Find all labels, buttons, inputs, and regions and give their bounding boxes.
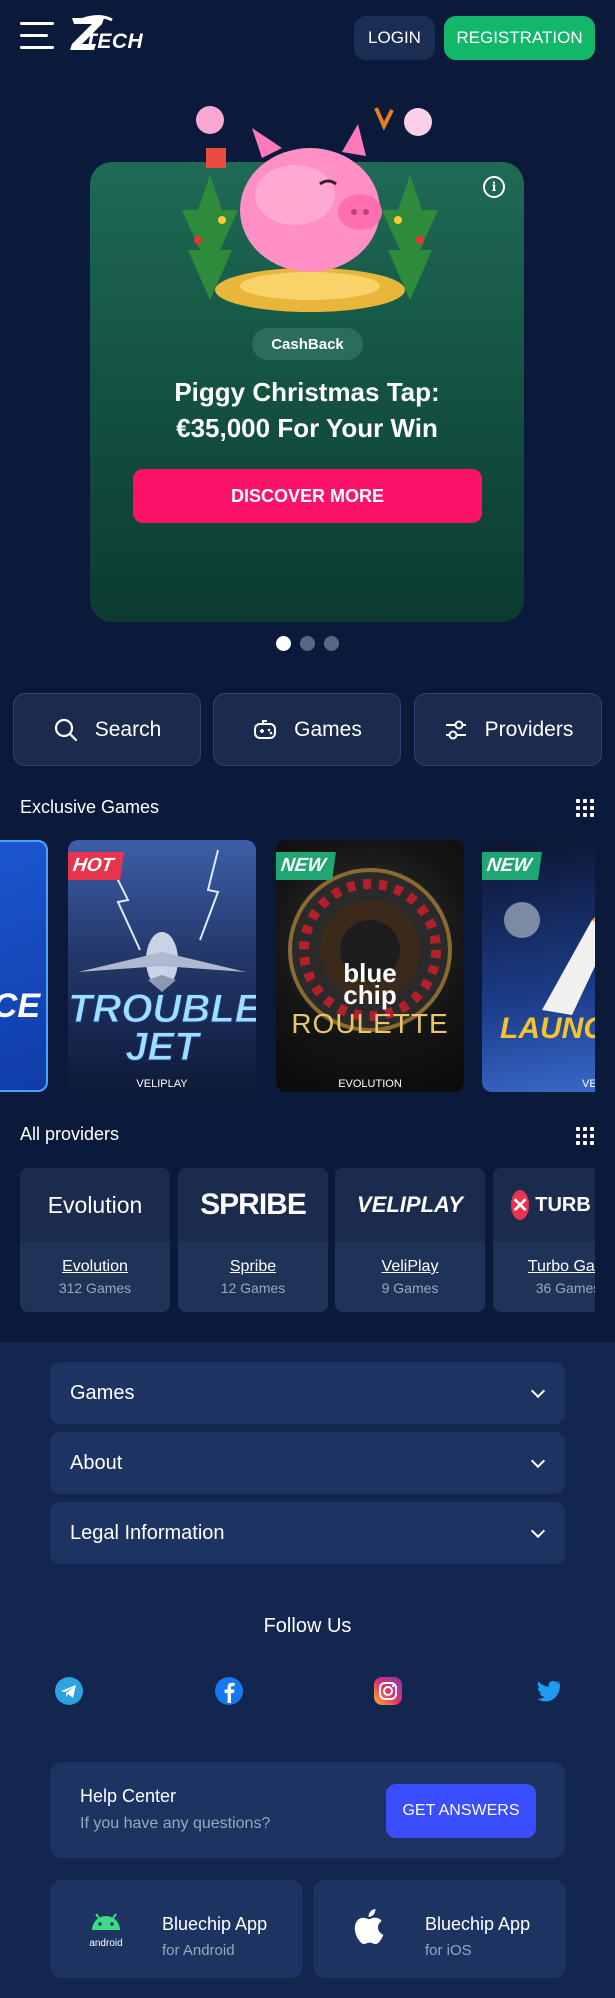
accordion-legal[interactable]: Legal Information xyxy=(50,1502,565,1564)
games-button[interactable]: Games xyxy=(213,693,401,766)
provider-logo: VELIPLAY xyxy=(335,1168,485,1242)
accordion-label: Games xyxy=(70,1381,135,1404)
game-card[interactable]: HOT TROUBLE JET VELIPLAY xyxy=(68,840,256,1092)
bluechip-logo: blue chip xyxy=(343,958,397,1010)
providers-button[interactable]: Providers xyxy=(414,693,602,766)
provider-card[interactable]: Evolution Evolution 312 Games xyxy=(20,1168,170,1312)
providers-carousel: Evolution Evolution 312 Games SPRIBE Spr… xyxy=(0,1168,595,1313)
accordion-label: Legal Information xyxy=(70,1521,225,1544)
game-title: LAUNC xyxy=(500,1012,595,1045)
app-title: Bluechip App xyxy=(162,1914,268,1934)
banner-title-line1: Piggy Christmas Tap: xyxy=(174,377,440,407)
accordion-label: About xyxy=(70,1451,123,1474)
provider-count: 9 Games xyxy=(381,1280,439,1296)
exclusive-games-carousel: CE HOT TROUBLE JET VELIPLAY NEW bluechip… xyxy=(0,840,595,1094)
android-app-card[interactable]: android Bluechip App for Android xyxy=(50,1880,303,1978)
android-icon: android xyxy=(89,1913,123,1949)
gamepad-icon xyxy=(254,719,277,739)
provider-card[interactable]: ✕ TURB GAM Turbo Gam 36 Games xyxy=(493,1168,595,1312)
carousel-dots xyxy=(0,636,615,651)
discover-more-button[interactable]: DISCOVER MORE xyxy=(133,469,482,523)
provider-logo: SPRIBE xyxy=(178,1168,328,1242)
game-card[interactable]: NEW LAUNC VELIPLAY xyxy=(482,840,595,1092)
game-card[interactable]: CE xyxy=(0,840,48,1092)
apple-icon xyxy=(354,1909,384,1945)
game-provider: EVOLUTION xyxy=(338,1078,402,1090)
game-title: TROUBLE JET xyxy=(68,987,256,1069)
provider-card[interactable]: SPRIBE Spribe 12 Games xyxy=(178,1168,328,1312)
logo-text: TECH xyxy=(84,30,144,53)
search-label: Search xyxy=(94,717,162,741)
game-title: CE xyxy=(0,987,40,1025)
carousel-dot[interactable] xyxy=(324,636,339,651)
get-answers-button[interactable]: GET ANSWERS xyxy=(386,1784,536,1838)
cashback-badge: CashBack xyxy=(252,328,363,360)
login-button[interactable]: LOGIN xyxy=(354,16,435,60)
piggy-bank-illustration xyxy=(182,106,438,312)
sliders-icon xyxy=(445,720,466,739)
app-subtitle: for iOS xyxy=(425,1942,472,1959)
follow-us-title: Follow Us xyxy=(263,1615,352,1637)
chevron-down-icon xyxy=(530,1453,546,1469)
new-badge: NEW xyxy=(276,852,337,880)
provider-name: Evolution xyxy=(62,1258,128,1275)
grid-icon[interactable] xyxy=(576,799,594,817)
game-provider: VELIPLAY xyxy=(136,1078,188,1090)
header: TECH LOGIN REGISTRATION xyxy=(0,0,615,76)
help-center-title: Help Center xyxy=(80,1786,177,1806)
accordion-about[interactable]: About xyxy=(50,1432,565,1494)
provider-count: 312 Games xyxy=(58,1280,132,1296)
twitter-icon[interactable] xyxy=(532,1676,562,1706)
app-title: Bluechip App xyxy=(425,1914,531,1934)
game-card[interactable]: NEW blue chip ROULETTE EVOLUTION xyxy=(276,840,464,1092)
info-icon[interactable]: i xyxy=(483,176,505,198)
game-title: ROULETTE xyxy=(291,1008,449,1039)
provider-name: VeliPlay xyxy=(381,1258,439,1275)
provider-count: 12 Games xyxy=(220,1280,286,1296)
new-badge: NEW xyxy=(482,852,543,880)
carousel-dot[interactable] xyxy=(300,636,315,651)
search-icon xyxy=(54,718,77,741)
facebook-icon[interactable] xyxy=(214,1676,244,1706)
instagram-icon[interactable] xyxy=(373,1676,403,1706)
banner-title-line2: €35,000 For Your Win xyxy=(176,413,438,443)
telegram-icon[interactable] xyxy=(54,1676,84,1706)
provider-logo: Evolution xyxy=(20,1168,170,1242)
providers-label: Providers xyxy=(484,717,574,741)
ios-app-card[interactable]: Bluechip App for iOS xyxy=(313,1880,566,1978)
banner-title: Piggy Christmas Tap: €35,000 For Your Wi… xyxy=(90,374,524,446)
chevron-down-icon xyxy=(530,1523,546,1539)
menu-icon[interactable] xyxy=(20,22,54,50)
provider-logo: ✕ TURB GAM xyxy=(493,1168,595,1242)
carousel-dot[interactable] xyxy=(276,636,291,651)
provider-name: Spribe xyxy=(229,1258,277,1275)
provider-name: Turbo Gam xyxy=(527,1258,595,1275)
help-center-subtitle: If you have any questions? xyxy=(80,1815,271,1832)
grid-icon[interactable] xyxy=(576,1127,594,1145)
chevron-down-icon xyxy=(530,1383,546,1399)
registration-button[interactable]: REGISTRATION xyxy=(444,16,595,60)
exclusive-games-title: Exclusive Games xyxy=(20,797,160,817)
all-providers-title: All providers xyxy=(20,1124,120,1144)
accordion-games[interactable]: Games xyxy=(50,1362,565,1424)
help-center-card: Help Center If you have any questions? G… xyxy=(50,1762,565,1858)
provider-count: 36 Games xyxy=(535,1280,595,1296)
games-label: Games xyxy=(294,717,362,741)
search-button[interactable]: Search xyxy=(13,693,201,766)
game-provider: VELIPLAY xyxy=(582,1078,595,1090)
app-subtitle: for Android xyxy=(162,1942,235,1959)
svg-text:android: android xyxy=(89,1938,122,1949)
hot-badge: HOT xyxy=(68,852,125,880)
provider-card[interactable]: VELIPLAY VeliPlay 9 Games xyxy=(335,1168,485,1312)
